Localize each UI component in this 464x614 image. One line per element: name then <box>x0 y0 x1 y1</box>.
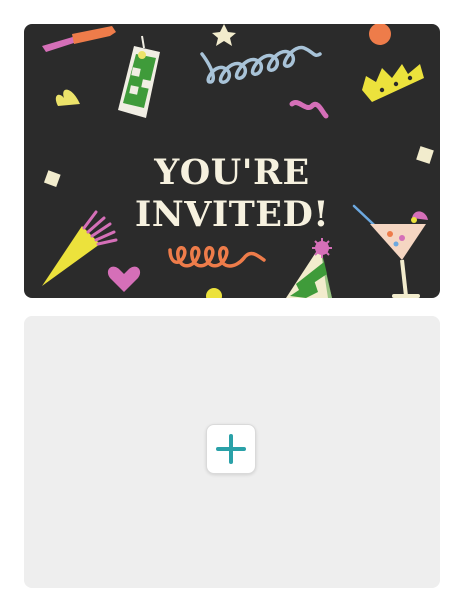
party-horn-icon <box>42 26 116 52</box>
invitation-title-line1: YOU'RE <box>154 152 310 193</box>
swirl-streamer <box>168 246 266 268</box>
add-button[interactable] <box>206 424 256 474</box>
party-hat-icon <box>286 238 332 298</box>
invitation-title: YOU'RE INVITED! <box>24 152 440 236</box>
heart-icon <box>107 266 141 292</box>
crown-icon <box>362 64 424 102</box>
swirl-streamer <box>200 45 322 84</box>
confetti-circle <box>369 24 391 45</box>
cocktail-glass-icon <box>118 35 160 118</box>
invitation-card[interactable]: YOU'RE INVITED! <box>24 24 440 298</box>
invitation-title-line2: INVITED! <box>134 194 330 235</box>
plus-icon-bar <box>216 447 246 451</box>
heart-icon <box>55 89 80 106</box>
star-icon <box>212 24 236 46</box>
confetti-circle <box>206 288 222 298</box>
add-design-panel[interactable] <box>24 316 440 588</box>
squiggle-streamer <box>289 100 329 119</box>
